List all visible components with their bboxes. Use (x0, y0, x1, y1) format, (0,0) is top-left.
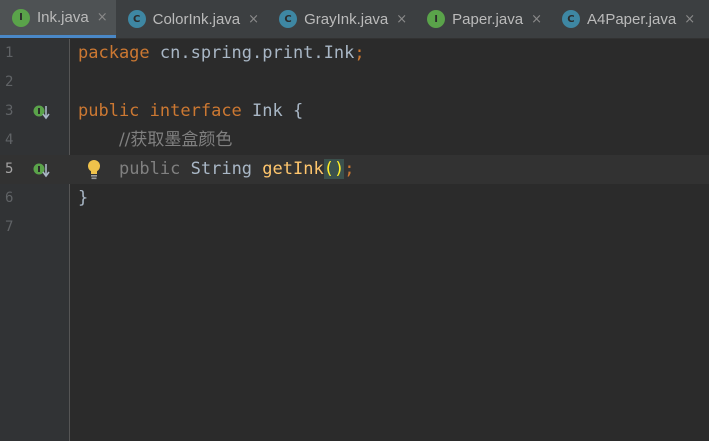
code-line-3[interactable]: 3 public interface Ink { (0, 97, 709, 126)
open-brace: { (293, 101, 304, 121)
code-line-7[interactable]: 7 (0, 213, 709, 242)
parameter-parens: () (323, 159, 345, 179)
return-type: String (190, 159, 253, 179)
keyword-public: public (78, 101, 140, 121)
tab-label: Ink.java (37, 9, 89, 26)
code-line-2[interactable]: 2 (0, 68, 709, 97)
modifier-public: public (118, 159, 181, 179)
keyword-package: package (78, 43, 150, 63)
implemented-down-arrow-icon[interactable] (33, 161, 51, 179)
interface-icon: I (12, 8, 30, 27)
comment: //获取墨盒颜色 (118, 130, 233, 150)
line-number: 7 (5, 219, 14, 235)
interface-name: Ink (252, 101, 283, 121)
line-number: 6 (5, 190, 14, 206)
close-icon[interactable]: × (396, 12, 407, 27)
code-line-6[interactable]: 6 } (0, 184, 709, 213)
tab-ink-java[interactable]: I Ink.java × (0, 0, 116, 38)
tab-label: A4Paper.java (586, 10, 677, 28)
code-text: public interface Ink { (78, 97, 303, 126)
class-icon: C (127, 10, 146, 28)
tab-grayink-java[interactable]: C GrayInk.java × (267, 0, 415, 38)
close-icon[interactable]: × (248, 12, 259, 27)
editor-tab-bar: I Ink.java × C ColorInk.java × C GrayInk… (0, 0, 709, 39)
keyword-interface: interface (149, 101, 242, 121)
package-name: cn.spring.print.Ink (149, 43, 355, 63)
close-brace: } (78, 188, 89, 208)
line-number: 2 (5, 74, 14, 90)
line-number: 5 (5, 161, 14, 177)
code-line-4[interactable]: 4 //获取墨盒颜色 (0, 126, 709, 155)
line-number: 4 (5, 132, 14, 148)
close-icon[interactable]: × (97, 10, 108, 25)
line-number: 1 (5, 45, 14, 61)
interface-icon: I (427, 10, 446, 28)
close-icon[interactable]: × (531, 12, 542, 27)
tab-colorink-java[interactable]: C ColorInk.java × (116, 0, 267, 38)
tab-label: GrayInk.java (304, 10, 389, 28)
method-name: getInk (262, 159, 324, 179)
code-line-5[interactable]: 5 public String getInk(); (0, 155, 709, 184)
class-icon: C (279, 10, 298, 28)
line-number: 3 (5, 103, 14, 119)
tab-a4paper-java[interactable]: C A4Paper.java × (550, 0, 703, 38)
implemented-down-arrow-icon[interactable] (33, 103, 51, 121)
tab-paper-java[interactable]: I Paper.java × (415, 0, 550, 38)
code-line-1[interactable]: 1 package cn.spring.print.Ink; (0, 39, 709, 68)
code-text: package cn.spring.print.Ink; (78, 39, 365, 68)
code-text: public String getInk(); (78, 155, 354, 184)
class-icon: C (561, 10, 580, 28)
semicolon: ; (354, 43, 365, 63)
close-icon[interactable]: × (684, 12, 695, 27)
tab-label: Paper.java (452, 10, 524, 28)
code-editor[interactable]: 1 package cn.spring.print.Ink; 2 3 publi… (0, 39, 709, 441)
code-text: } (78, 184, 88, 213)
tab-label: ColorInk.java (152, 10, 241, 28)
code-text: //获取墨盒颜色 (78, 126, 232, 155)
semicolon: ; (344, 159, 355, 179)
